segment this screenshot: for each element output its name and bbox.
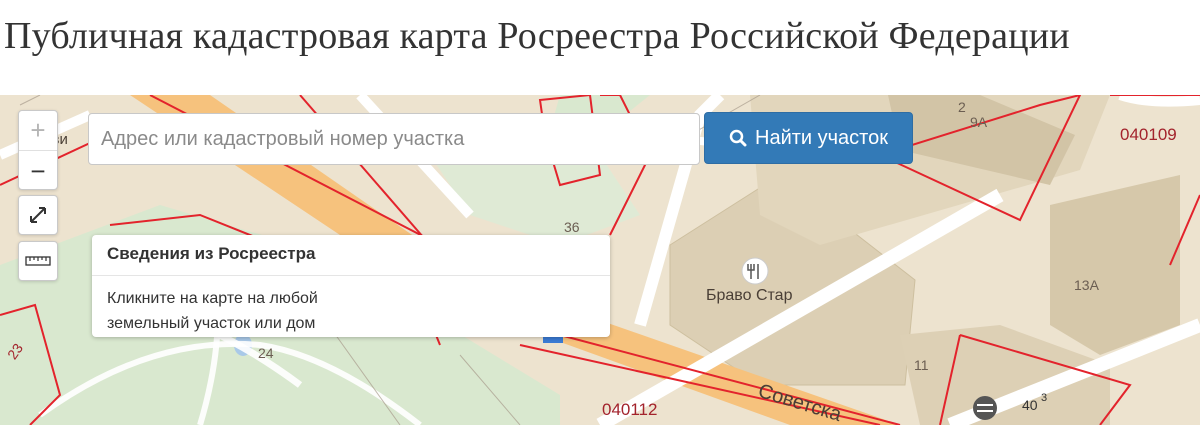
place-label: Браво Стар: [706, 287, 793, 304]
cadastral-map[interactable]: 040109 040112 Браво Стар Советска Ми уви…: [0, 95, 1200, 425]
info-popup-title: Сведения из Росреестра: [92, 235, 610, 276]
expand-icon: [30, 207, 46, 223]
building: [1050, 175, 1180, 355]
page-title: Публичная кадастровая карта Росреестра Р…: [4, 15, 1070, 57]
restaurant-marker: [741, 257, 769, 285]
cadastral-quarter-label: 040109: [1120, 125, 1177, 144]
place-marker: [973, 396, 997, 420]
zoom-in-button[interactable]: +: [19, 111, 57, 151]
search-input[interactable]: [88, 113, 700, 165]
house-number: 40: [1022, 397, 1038, 413]
house-number: 2: [958, 99, 966, 115]
info-popup-line: земельный участок или дом: [107, 315, 316, 332]
house-number: 9А: [970, 114, 988, 130]
cadastral-quarter-label: 040112: [602, 400, 658, 419]
house-number: 36: [564, 219, 580, 235]
search-icon: [729, 129, 747, 147]
find-parcel-button[interactable]: Найти участок: [704, 112, 913, 164]
house-number: 24: [258, 345, 274, 361]
info-popup-line: Кликните на карте на любой: [107, 290, 318, 307]
zoom-control: + −: [18, 110, 58, 190]
house-number: 11: [914, 357, 929, 373]
fullscreen-button[interactable]: [18, 195, 58, 235]
info-popup: Сведения из Росреестра Кликните на карте…: [92, 235, 610, 337]
ruler-icon: [25, 256, 51, 266]
zoom-out-button[interactable]: −: [19, 151, 57, 191]
find-parcel-label: Найти участок: [755, 126, 888, 149]
house-number: 13А: [1074, 277, 1099, 293]
info-popup-body: Кликните на карте на любой земельный уча…: [92, 276, 610, 336]
house-number: 3: [1041, 392, 1048, 404]
ruler-button[interactable]: [18, 241, 58, 281]
